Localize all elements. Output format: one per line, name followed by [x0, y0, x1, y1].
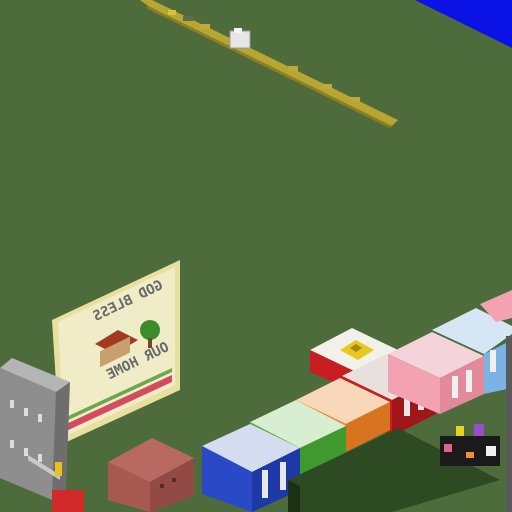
decor-pink [444, 444, 452, 452]
decor-purple [474, 424, 484, 436]
wall-bump [183, 16, 193, 21]
game-viewport[interactable]: GOD BLESS OUR HOME [0, 0, 512, 512]
red-item [52, 490, 84, 512]
pink-window [466, 370, 472, 392]
clay-mark [160, 484, 164, 488]
clay-mark [172, 478, 176, 482]
building-window [38, 414, 42, 422]
decor-orange [466, 452, 474, 458]
wall-bump [322, 84, 332, 89]
white-cube-on-wall [229, 30, 251, 49]
wall-bump [288, 66, 298, 71]
building-window [24, 408, 28, 416]
wall-bump [350, 97, 360, 102]
blue-window [262, 470, 268, 498]
gray-building[interactable] [0, 358, 70, 500]
building-window [24, 448, 28, 456]
decor-gray-pole [506, 336, 512, 512]
wall-bump [200, 24, 210, 29]
wall-bump [168, 10, 176, 15]
decor-white [486, 446, 496, 456]
pink-window [452, 376, 458, 398]
building-window [10, 440, 14, 448]
sign-tree-trunk [148, 338, 152, 348]
building-window [10, 400, 14, 408]
white-cube-top [234, 28, 242, 33]
lightblue-window [490, 350, 496, 372]
yellow-figure [55, 462, 62, 476]
decor-yellow [456, 426, 464, 436]
blue-window [280, 462, 286, 490]
sign-tree [140, 320, 160, 340]
building-window [38, 454, 42, 462]
